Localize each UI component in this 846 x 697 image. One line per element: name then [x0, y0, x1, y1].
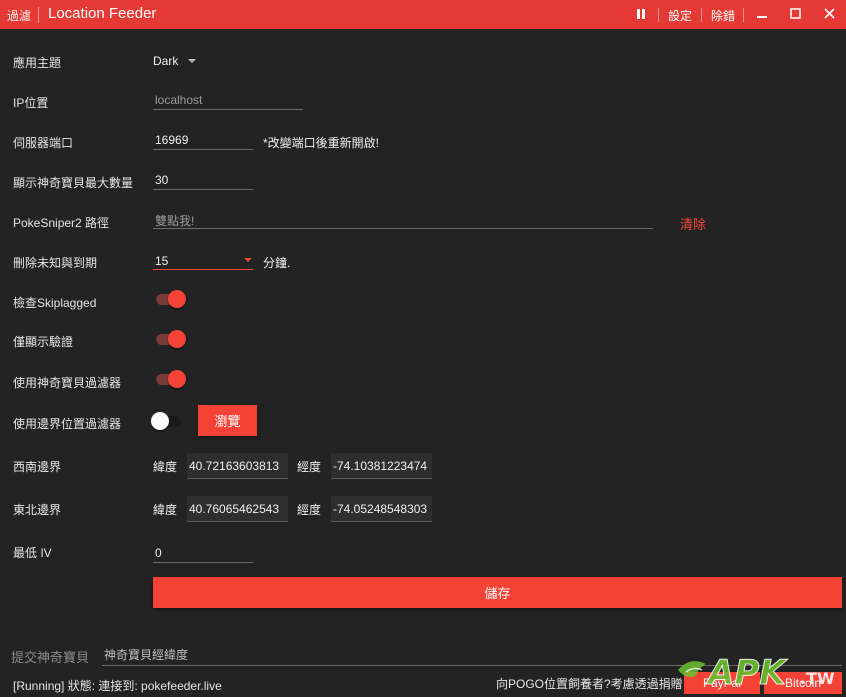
check-skiplagged-toggle[interactable]: [154, 289, 188, 309]
chevron-down-icon: [244, 258, 252, 262]
pause-icon[interactable]: [636, 8, 646, 23]
pokemon-filter-toggle[interactable]: [154, 369, 188, 389]
ip-input[interactable]: localhost: [153, 88, 303, 110]
minimize-icon[interactable]: [756, 8, 768, 23]
delete-unknown-label: 刪除未知與到期: [13, 256, 98, 270]
ip-label: IP位置: [13, 96, 49, 110]
delete-unknown-select[interactable]: 15: [153, 248, 253, 270]
clear-path-button[interactable]: 清除: [680, 214, 706, 233]
toolbar-separator: [701, 8, 702, 22]
filter-link[interactable]: 過濾: [7, 7, 31, 24]
ip-placeholder: localhost: [155, 93, 203, 107]
apk-watermark-logo: APK .TW: [672, 650, 842, 694]
chevron-down-icon: [188, 59, 196, 63]
donate-text: 向POGO位置飼養者?考慮透過捐贈: [496, 677, 683, 691]
settings-button[interactable]: 設定: [668, 7, 692, 24]
title-separator: [38, 7, 39, 23]
browse-button[interactable]: 瀏覽: [198, 405, 257, 436]
southwest-lat-input[interactable]: 40.72163603813: [187, 453, 288, 479]
close-icon[interactable]: [824, 8, 835, 22]
delete-unknown-value: 15: [155, 254, 169, 268]
min-iv-label: 最低 IV: [13, 546, 52, 560]
check-skiplagged-label: 檢查Skiplagged: [13, 296, 97, 310]
maximize-icon[interactable]: [790, 8, 801, 22]
port-input[interactable]: 16969: [153, 128, 253, 150]
debug-button[interactable]: 除錯: [711, 7, 735, 24]
southwest-lng-label: 經度: [297, 460, 322, 474]
svg-text:APK: APK: [705, 653, 788, 693]
southwest-lng-input[interactable]: -74.10381223474: [331, 453, 432, 479]
northeast-lat-input[interactable]: 40.76065462543: [187, 496, 288, 522]
theme-select[interactable]: Dark: [153, 54, 178, 68]
save-button[interactable]: 儲存: [153, 577, 842, 608]
port-note: *改變端口後重新開啟!: [263, 136, 380, 150]
verified-only-toggle[interactable]: [154, 329, 188, 349]
status-text: [Running] 狀態: 連接到: pokefeeder.live: [13, 679, 222, 693]
northeast-lng-input[interactable]: -74.05248548303: [331, 496, 432, 522]
submit-pokemon-placeholder: 神奇寶貝經緯度: [104, 648, 189, 662]
title-bar: 過濾 Location Feeder 設定 除錯: [0, 0, 846, 29]
min-iv-input[interactable]: 0: [153, 541, 253, 563]
southwest-label: 西南邊界: [13, 460, 62, 474]
pokesniper-path-input[interactable]: 雙點我!: [153, 207, 653, 229]
toolbar-separator: [658, 8, 659, 22]
southwest-lat-label: 緯度: [153, 460, 178, 474]
max-pokemon-input[interactable]: 30: [153, 168, 253, 190]
northeast-label: 東北邊界: [13, 503, 62, 517]
northeast-lng-label: 經度: [297, 503, 322, 517]
boundary-filter-toggle[interactable]: [151, 411, 185, 431]
verified-only-label: 僅顯示驗證: [13, 335, 74, 349]
theme-label: 應用主題: [13, 56, 62, 70]
submit-pokemon-label: 提交神奇寶貝: [11, 650, 90, 665]
app-title: Location Feeder: [48, 5, 157, 22]
svg-text:.TW: .TW: [800, 669, 835, 688]
port-label: 伺服器端口: [13, 136, 74, 150]
delete-unknown-unit: 分鐘.: [263, 256, 291, 270]
northeast-lat-label: 緯度: [153, 503, 178, 517]
pokesniper-path-label: PokeSniper2 路徑: [13, 216, 110, 230]
max-pokemon-label: 顯示神奇寶貝最大數量: [13, 176, 134, 190]
toolbar-separator: [743, 8, 744, 22]
boundary-filter-label: 使用邊界位置過濾器: [13, 417, 122, 431]
pokemon-filter-label: 使用神奇寶貝過濾器: [13, 376, 122, 390]
pokesniper-path-placeholder: 雙點我!: [155, 214, 195, 228]
